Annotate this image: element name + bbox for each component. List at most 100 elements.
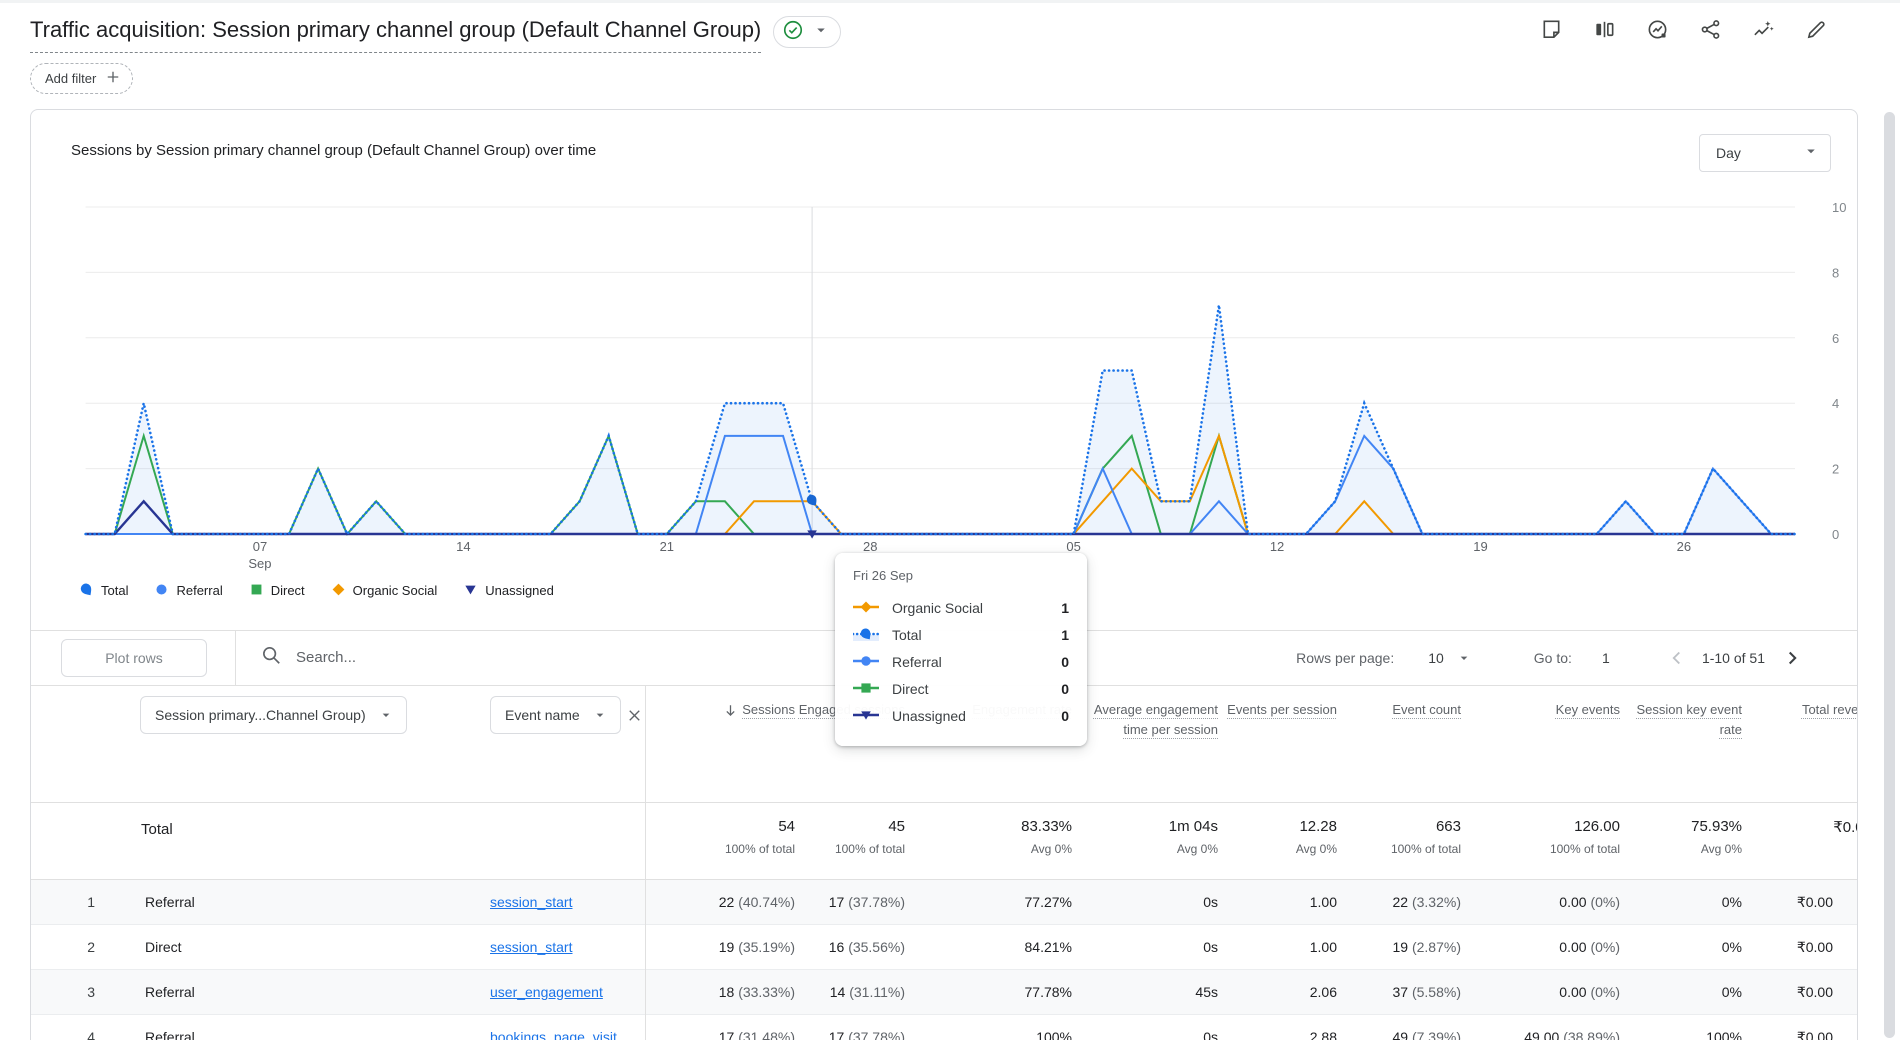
circle-icon <box>154 582 169 600</box>
svg-text:19: 19 <box>1473 539 1487 554</box>
status-badge[interactable] <box>773 16 841 48</box>
remove-dimension-icon[interactable] <box>625 706 644 725</box>
legend-item-referral[interactable]: Referral <box>154 582 222 600</box>
tooltip-series-label: Total <box>892 627 922 643</box>
insights-icon[interactable] <box>1646 18 1669 41</box>
totals-cell: 126.00100% of total <box>1461 803 1620 879</box>
edit-icon[interactable] <box>1805 18 1828 41</box>
metric-cell: 22 (3.32%) <box>1337 880 1461 925</box>
row-channel: Referral <box>95 880 490 925</box>
secondary-dimension-label: Event name <box>505 707 580 723</box>
metric-cell: 1.00 <box>1218 880 1337 925</box>
square-icon <box>249 582 264 600</box>
share-icon[interactable] <box>1699 18 1722 41</box>
table-row[interactable]: 4Referralbookings_page_visit17 (31.48%)1… <box>31 1015 1857 1040</box>
totals-label: Total <box>31 803 645 879</box>
column-header-avg_engagement_time[interactable]: Average engagement time per session <box>1072 686 1218 802</box>
notes-icon[interactable] <box>1540 18 1563 41</box>
tooltip-row: Total1 <box>853 622 1069 649</box>
table-row[interactable]: 3Referraluser_engagement18 (33.33%)14 (3… <box>31 970 1857 1015</box>
chevron-down-icon <box>1456 650 1472 666</box>
chart-title: Sessions by Session primary channel grou… <box>71 134 596 159</box>
legend-item-total[interactable]: Total <box>79 582 128 600</box>
metric-cell: 17 (37.78%) <box>795 1015 905 1040</box>
secondary-dimension-select[interactable]: Event name <box>490 696 621 734</box>
table-row[interactable]: 2Directsession_start19 (35.19%)16 (35.56… <box>31 925 1857 970</box>
triangle-down-icon <box>853 707 879 726</box>
tooltip-series-label: Organic Social <box>892 600 983 616</box>
sort-descending-icon <box>722 702 739 719</box>
tooltip-series-value: 0 <box>1061 654 1069 670</box>
primary-dimension-select[interactable]: Session primary...Channel Group) <box>140 696 407 734</box>
tooltip-row: Organic Social1 <box>853 595 1069 622</box>
metric-cell: 16 (35.56%) <box>795 925 905 970</box>
metric-cell: ₹0.00 <box>1742 1015 1858 1040</box>
column-header-key_events[interactable]: Key events <box>1461 686 1620 802</box>
svg-text:8: 8 <box>1832 265 1839 280</box>
comparison-icon[interactable] <box>1593 18 1616 41</box>
search-input[interactable] <box>296 649 716 666</box>
totals-cell: 663100% of total <box>1337 803 1461 879</box>
svg-text:10: 10 <box>1832 200 1846 215</box>
add-filter-button[interactable]: Add filter <box>30 63 133 94</box>
row-rank: 2 <box>31 925 95 970</box>
column-header-events_per_session[interactable]: Events per session <box>1218 686 1337 802</box>
event-link[interactable]: session_start <box>490 939 572 955</box>
previous-page-icon[interactable] <box>1666 647 1688 669</box>
svg-text:05: 05 <box>1066 539 1080 554</box>
table-row[interactable]: 1Referralsession_start22 (40.74%)17 (37.… <box>31 880 1857 925</box>
pagination-range: 1-10 of 51 <box>1702 650 1765 666</box>
svg-text:14: 14 <box>456 539 470 554</box>
diamond-icon <box>331 582 346 600</box>
metric-cell: 49.00 (38.89%) <box>1461 1015 1620 1040</box>
metric-cell: 49 (7.39%) <box>1337 1015 1461 1040</box>
row-channel: Referral <box>95 970 490 1015</box>
rows-per-page-select[interactable]: 10 <box>1428 650 1472 666</box>
row-event: bookings_page_visit <box>490 1015 645 1040</box>
metric-cell: 0% <box>1620 880 1742 925</box>
column-header-event_count[interactable]: Event count <box>1337 686 1461 802</box>
column-header-sessions[interactable]: Sessions <box>645 686 795 802</box>
row-rank: 4 <box>31 1015 95 1040</box>
vertical-scrollbar[interactable] <box>1884 112 1895 1038</box>
go-to-label: Go to: <box>1534 650 1572 666</box>
tooltip-row: Referral 0 <box>853 649 1069 676</box>
chevron-down-icon <box>592 707 608 723</box>
event-link[interactable]: user_engagement <box>490 984 603 1000</box>
sessions-over-time-chart[interactable]: 024681007Sep14212805121926 <box>31 172 1857 574</box>
search-icon <box>260 644 282 671</box>
add-filter-label: Add filter <box>45 71 96 86</box>
totals-cell: 1m 04sAvg 0% <box>1072 803 1218 879</box>
column-header-session_key_event_rate[interactable]: Session key event rate <box>1620 686 1742 802</box>
totals-cell: 12.28Avg 0% <box>1218 803 1337 879</box>
row-channel: Direct <box>95 925 490 970</box>
metric-cell: 100% <box>1620 1015 1742 1040</box>
legend-item-direct[interactable]: Direct <box>249 582 305 600</box>
analytics-intelligence-icon[interactable] <box>1752 18 1775 41</box>
event-link[interactable]: session_start <box>490 894 572 910</box>
metric-cell: 0.00 (0%) <box>1461 880 1620 925</box>
metric-cell: 18 (33.33%) <box>645 970 795 1015</box>
diamond-icon <box>853 599 879 618</box>
svg-text:6: 6 <box>1832 330 1839 345</box>
totals-cell: 54100% of total <box>645 803 795 879</box>
rows-per-page-value: 10 <box>1428 650 1444 666</box>
legend-item-unassigned[interactable]: Unassigned <box>463 582 554 600</box>
tooltip-series-label: Referral <box>892 654 942 670</box>
row-channel: Referral <box>95 1015 490 1040</box>
next-page-icon[interactable] <box>1781 647 1803 669</box>
go-to-input[interactable] <box>1602 650 1632 666</box>
primary-dimension-label: Session primary...Channel Group) <box>155 707 366 723</box>
metric-cell: 77.27% <box>905 880 1072 925</box>
svg-text:26: 26 <box>1677 539 1691 554</box>
legend-item-organic-social[interactable]: Organic Social <box>331 582 438 600</box>
row-event: user_engagement <box>490 970 645 1015</box>
svg-text:12: 12 <box>1270 539 1284 554</box>
svg-text:2: 2 <box>1832 461 1839 476</box>
event-link[interactable]: bookings_page_visit <box>490 1029 617 1040</box>
plot-rows-button[interactable]: Plot rows <box>61 639 207 677</box>
plus-icon <box>104 68 122 89</box>
column-header-total_revenue[interactable]: Total revenue <box>1742 686 1858 802</box>
tooltip-row: Direct0 <box>853 676 1069 703</box>
granularity-select[interactable]: Day <box>1699 134 1831 172</box>
